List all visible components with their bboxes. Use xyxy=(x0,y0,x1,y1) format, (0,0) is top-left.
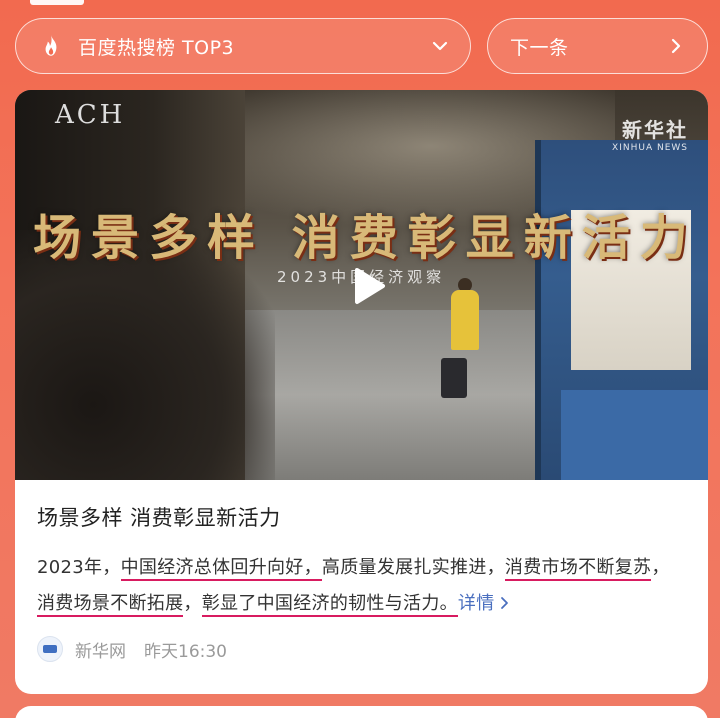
kiosk-counter xyxy=(561,390,708,480)
hot-search-dropdown[interactable]: 百度热搜榜 TOP3 xyxy=(15,18,471,74)
summary-text: 2023年， xyxy=(37,557,121,578)
video-scene-suitcase xyxy=(441,358,467,398)
source-name[interactable]: 新华网 xyxy=(75,637,126,662)
watermark-en: XINHUA NEWS xyxy=(612,143,688,153)
chevron-down-icon xyxy=(432,41,448,51)
flame-icon xyxy=(45,35,57,56)
video-title-overlay: 场景多样 消费彰显新活力 xyxy=(33,210,698,266)
article-source: 新华网 昨天16:30 xyxy=(37,636,686,662)
next-item-label: 下一条 xyxy=(510,36,569,59)
publish-time: 昨天16:30 xyxy=(144,641,227,662)
video-store-sign: ACH xyxy=(55,100,126,130)
detail-link[interactable]: 详情 xyxy=(458,593,512,614)
summary-text: 高质量发展扎实推进， xyxy=(321,557,505,578)
next-item-button[interactable]: 下一条 xyxy=(487,18,708,74)
hot-search-label: 百度热搜榜 TOP3 xyxy=(78,36,235,59)
article-title[interactable]: 场景多样 消费彰显新活力 xyxy=(37,502,686,532)
video-player[interactable]: ACH 新华社 XINHUA NEWS 场景多样 消费彰显新活力 2023中国经… xyxy=(15,90,708,480)
tab-indicator xyxy=(30,0,84,5)
next-card-peek xyxy=(15,706,708,718)
summary-highlight: 消费市场不断复苏 xyxy=(504,557,652,581)
summary-text: ， xyxy=(183,593,202,614)
chevron-right-icon xyxy=(500,597,508,609)
summary-highlight: 彰显了中国经济的韧性与活力。 xyxy=(201,593,458,617)
news-card[interactable]: ACH 新华社 XINHUA NEWS 场景多样 消费彰显新活力 2023中国经… xyxy=(15,90,708,694)
summary-highlight: 中国经济总体回升向好， xyxy=(120,557,322,581)
summary-highlight: 消费场景不断拓展 xyxy=(37,593,184,617)
article-summary: 2023年，中国经济总体回升向好，高质量发展扎实推进，消费市场不断复苏，消费场景… xyxy=(37,550,687,622)
video-scene-kiosk xyxy=(535,140,708,480)
chevron-right-icon xyxy=(671,38,681,54)
article-body: 场景多样 消费彰显新活力 2023年，中国经济总体回升向好，高质量发展扎实推进，… xyxy=(15,480,708,662)
xinhua-watermark: 新华社 XINHUA NEWS xyxy=(612,114,688,153)
watermark-cn: 新华社 xyxy=(622,118,688,142)
play-icon[interactable] xyxy=(343,262,391,310)
summary-text: ， xyxy=(651,557,670,578)
video-scene-person xyxy=(451,290,479,350)
detail-label: 详情 xyxy=(457,593,495,614)
source-logo-icon xyxy=(37,636,63,662)
